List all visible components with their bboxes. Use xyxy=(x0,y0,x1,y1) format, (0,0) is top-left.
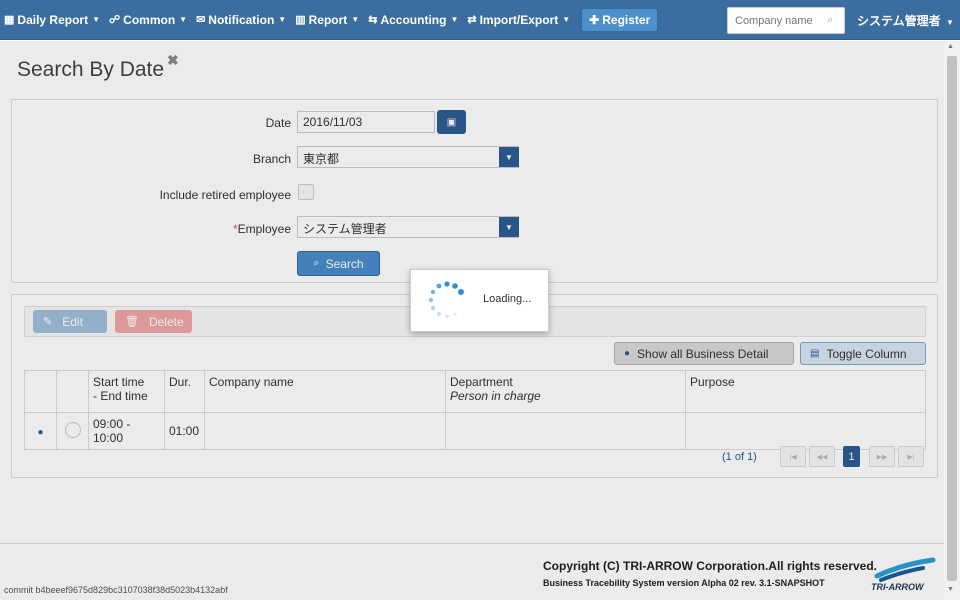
company-search: ⌕ xyxy=(727,7,845,34)
scrollbar-thumb[interactable] xyxy=(947,56,957,581)
search-icon[interactable]: ⌕ xyxy=(827,14,833,27)
loading-text: Loading... xyxy=(483,293,532,305)
calendar-icon: ▦ xyxy=(4,14,15,26)
nav-accounting-label: Accounting xyxy=(380,12,447,27)
register-label: Register xyxy=(602,12,651,27)
caret-down-icon: ▼ xyxy=(179,15,188,24)
caret-down-icon: ▼ xyxy=(351,15,360,24)
transfer-icon: ⇄ xyxy=(467,14,477,26)
user-menu[interactable]: システム管理者 ▼ xyxy=(857,12,954,29)
bar-chart-icon: ▥ xyxy=(295,14,306,26)
nav-common-label: Common xyxy=(123,12,176,27)
nav-daily-report[interactable]: ▦ Daily Report ▼ xyxy=(4,13,100,27)
caret-down-icon: ▼ xyxy=(92,15,101,24)
exchange-icon: ⇆ xyxy=(368,14,378,26)
nav-report-label: Report xyxy=(308,12,348,27)
spinner-icon xyxy=(428,281,464,318)
nav-notification-label: Notification xyxy=(208,12,275,27)
caret-down-icon: ▼ xyxy=(450,15,459,24)
nav-daily-report-label: Daily Report xyxy=(17,12,89,27)
caret-down-icon: ▼ xyxy=(562,15,571,24)
user-name: システム管理者 xyxy=(857,14,941,28)
nav-common[interactable]: ☍ Common ▼ xyxy=(109,13,187,27)
nav-notification[interactable]: ✉ Notification ▼ xyxy=(196,13,286,27)
caret-down-icon: ▼ xyxy=(278,15,287,24)
company-search-input[interactable] xyxy=(733,13,825,28)
scroll-up-arrow-icon[interactable]: ▲ xyxy=(947,43,954,50)
nav-import-export[interactable]: ⇄ Import/Export ▼ xyxy=(467,13,570,27)
users-icon: ☍ xyxy=(109,14,121,26)
nav-report[interactable]: ▥ Report ▼ xyxy=(295,13,359,27)
nav-accounting[interactable]: ⇆ Accounting ▼ xyxy=(368,13,458,27)
nav-import-export-label: Import/Export xyxy=(479,12,559,27)
caret-down-icon: ▼ xyxy=(946,18,954,27)
envelope-icon: ✉ xyxy=(196,14,206,26)
register-button[interactable]: ✚ Register xyxy=(581,7,659,32)
scroll-down-arrow-icon[interactable]: ▼ xyxy=(947,586,954,593)
plus-icon: ✚ xyxy=(589,12,600,27)
